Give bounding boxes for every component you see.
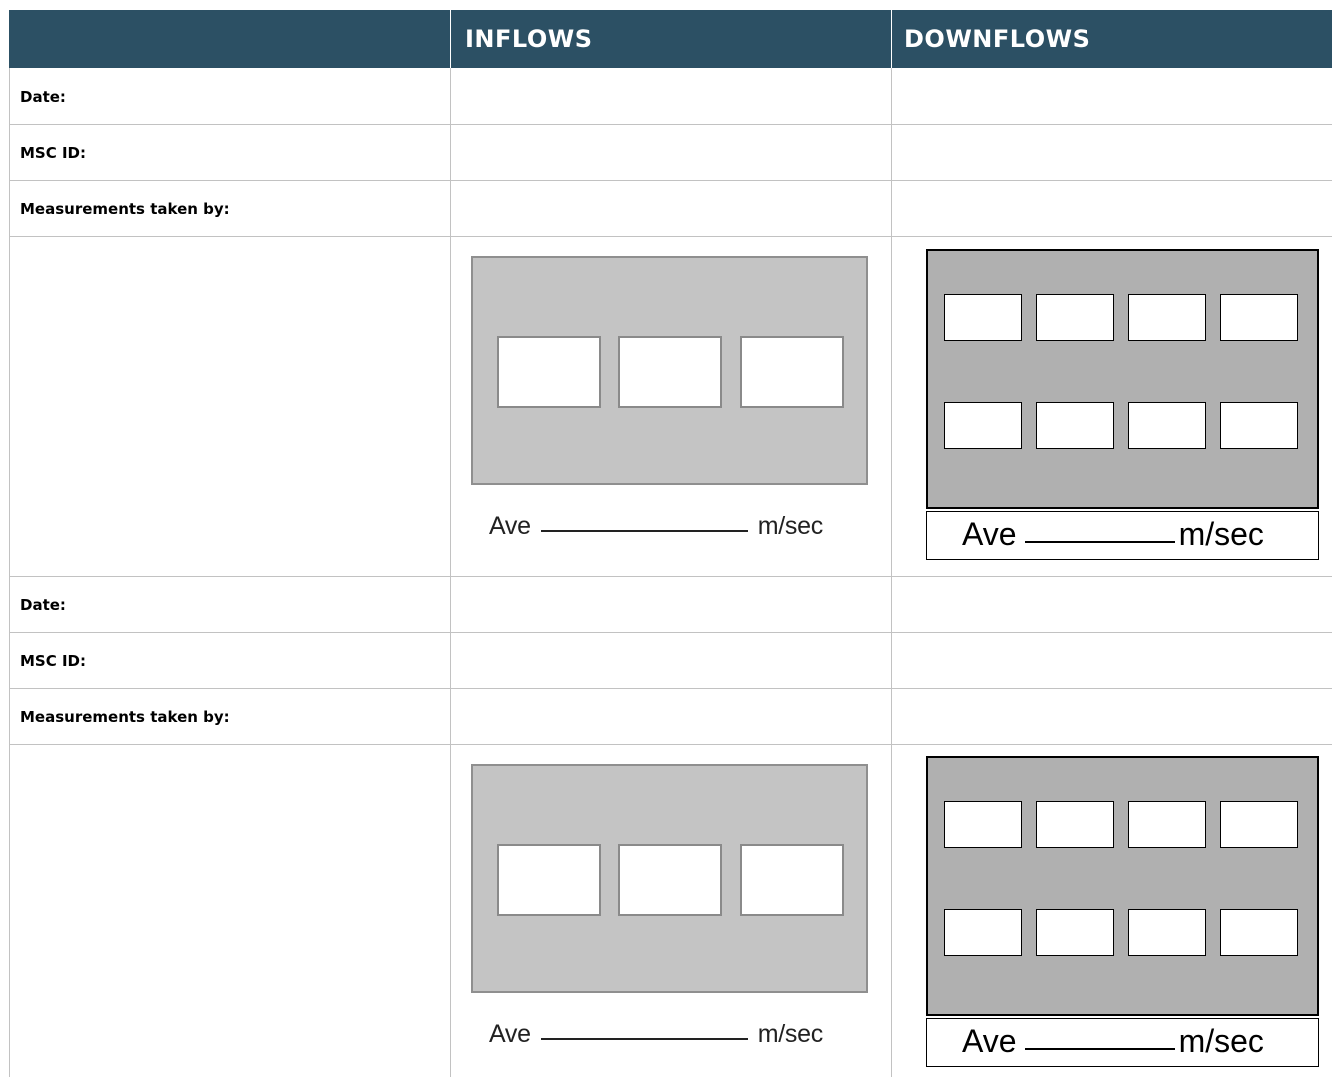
downflow-reading-box[interactable] [1220,294,1298,341]
downflow-reading-box[interactable] [1220,801,1298,848]
msc-id-inflows-cell[interactable] [451,633,891,688]
row-divider [9,236,1332,237]
header-cell-inflows: INFLOWS [451,10,891,68]
msc-id-label: MSC ID: [20,652,86,670]
inflow-reading-box[interactable] [618,336,722,408]
inflow-reading-box[interactable] [618,844,722,916]
date-downflows-cell[interactable] [892,577,1332,632]
downflow-reading-box[interactable] [1036,402,1114,449]
downflow-reading-box[interactable] [1128,402,1206,449]
average-blank-line[interactable] [540,1038,748,1040]
average-blank-line[interactable] [1024,1048,1175,1050]
date-downflows-cell[interactable] [892,69,1332,124]
header-cell-downflows: DOWNFLOWS [892,10,1332,68]
msc-id-downflows-cell[interactable] [892,633,1332,688]
inflow-reading-box[interactable] [740,336,844,408]
downflow-reading-box[interactable] [1036,801,1114,848]
date-label: Date: [20,596,66,614]
row-divider [9,744,1332,745]
downflows-average: Ave m/sec [962,1023,1264,1059]
downflows-heading: DOWNFLOWS [904,25,1091,53]
downflow-reading-box[interactable] [1220,909,1298,956]
header-cell-blank [9,10,450,68]
downflow-reading-box[interactable] [1220,402,1298,449]
msc-id-label: MSC ID: [20,144,86,162]
downflows-average: Ave m/sec [962,516,1264,552]
downflows-diagram [926,756,1319,1016]
average-blank-line[interactable] [540,530,748,532]
inflows-diagram [471,256,868,485]
inflows-heading: INFLOWS [465,25,593,53]
downflows-average-box: Ave m/sec [926,1018,1319,1067]
downflow-reading-box[interactable] [1036,294,1114,341]
downflow-reading-box[interactable] [1128,801,1206,848]
inflows-average: Ave m/sec [489,1020,823,1048]
column-divider [9,68,10,1077]
date-inflows-cell[interactable] [451,577,891,632]
downflow-reading-box[interactable] [1128,294,1206,341]
downflows-diagram [926,249,1319,509]
measured-by-label: Measurements taken by: [20,200,230,218]
date-inflows-cell[interactable] [451,69,891,124]
msc-id-inflows-cell[interactable] [451,125,891,180]
inflows-average: Ave m/sec [489,512,823,540]
average-blank-line[interactable] [1024,541,1175,543]
msc-id-downflows-cell[interactable] [892,125,1332,180]
downflow-reading-box[interactable] [944,294,1022,341]
date-label: Date: [20,88,66,106]
downflow-reading-box[interactable] [944,909,1022,956]
inflow-reading-box[interactable] [740,844,844,916]
inflows-diagram [471,764,868,993]
measured-by-downflows-cell[interactable] [892,181,1332,236]
downflow-reading-box[interactable] [1128,909,1206,956]
inflow-reading-box[interactable] [497,844,601,916]
measured-by-label: Measurements taken by: [20,708,230,726]
downflow-reading-box[interactable] [944,402,1022,449]
downflow-reading-box[interactable] [944,801,1022,848]
measured-by-inflows-cell[interactable] [451,689,891,744]
downflows-average-box: Ave m/sec [926,511,1319,560]
measured-by-inflows-cell[interactable] [451,181,891,236]
measured-by-downflows-cell[interactable] [892,689,1332,744]
inflow-reading-box[interactable] [497,336,601,408]
downflow-reading-box[interactable] [1036,909,1114,956]
